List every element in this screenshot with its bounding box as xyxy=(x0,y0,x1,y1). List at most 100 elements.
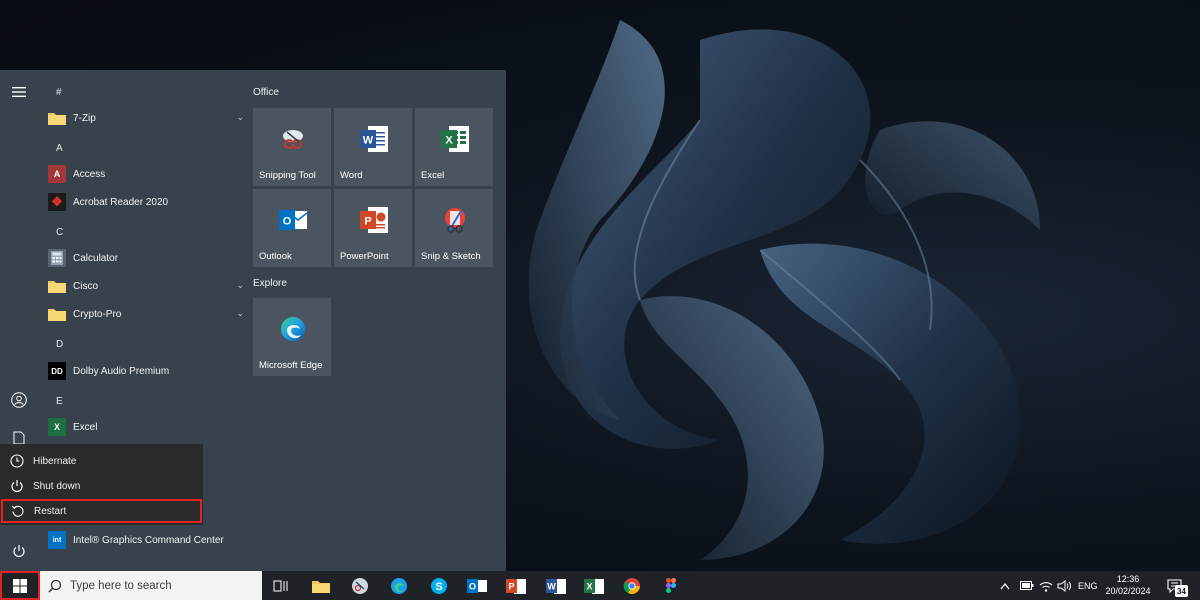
outlook-icon: O xyxy=(279,210,308,230)
folder-icon xyxy=(48,277,66,295)
app-label: Calculator xyxy=(73,252,119,264)
tile-microsoft-edge[interactable]: Microsoft Edge xyxy=(253,298,331,376)
tile-label: Outlook xyxy=(259,251,292,262)
excel-icon: X xyxy=(48,418,66,436)
dolby-icon: DD xyxy=(48,362,66,380)
tile-label: Snipping Tool xyxy=(259,170,316,181)
app-item-dolby[interactable]: DD Dolby Audio Premium xyxy=(48,359,242,383)
shut-down-option[interactable]: Shut down xyxy=(0,474,203,498)
clock-date: 20/02/2024 xyxy=(1105,586,1151,596)
app-item-7zip[interactable]: 7-Zip ⌄ xyxy=(48,106,242,130)
app-label: Access xyxy=(73,168,106,180)
chevron-down-icon: ⌄ xyxy=(236,112,242,122)
tile-label: Microsoft Edge xyxy=(259,360,323,371)
restart-icon xyxy=(10,503,26,519)
svg-text:X: X xyxy=(445,135,453,147)
tile-powerpoint[interactable]: P PowerPoint xyxy=(334,189,412,267)
tile-label: PowerPoint xyxy=(340,251,389,262)
clock-icon xyxy=(9,453,25,469)
chevron-down-icon: ⌄ xyxy=(236,280,242,290)
search-icon xyxy=(48,579,62,593)
snip-and-sketch-icon xyxy=(445,208,465,233)
outlook-taskbar-icon[interactable]: O xyxy=(466,575,488,597)
taskbar-clock[interactable]: 12:36 20/02/2024 xyxy=(1098,573,1158,597)
app-item-intel-graphics[interactable]: int Intel® Graphics Command Center xyxy=(48,528,242,552)
acrobat-icon: ❖ xyxy=(48,193,66,211)
access-icon: A xyxy=(48,165,66,183)
windows-logo-icon xyxy=(13,578,27,593)
folder-icon xyxy=(48,305,66,323)
svg-text:W: W xyxy=(547,582,556,592)
word-taskbar-icon[interactable]: W xyxy=(545,575,567,597)
app-item-access[interactable]: A Access xyxy=(48,162,242,186)
letter-header[interactable]: E xyxy=(56,396,63,407)
app-item-cisco[interactable]: Cisco ⌄ xyxy=(48,274,242,298)
snipping-tool-icon xyxy=(283,130,303,149)
powerpoint-taskbar-icon[interactable]: P xyxy=(505,575,527,597)
svg-text:W: W xyxy=(363,135,374,147)
tile-snip-and-sketch[interactable]: Snip & Sketch xyxy=(415,189,493,267)
edge-taskbar-icon[interactable] xyxy=(388,575,410,597)
excel-taskbar-icon[interactable]: X xyxy=(583,575,605,597)
app-item-crypto-pro[interactable]: Crypto-Pro ⌄ xyxy=(48,302,242,326)
task-view-icon[interactable] xyxy=(270,575,292,597)
svg-text:S: S xyxy=(435,581,442,593)
snipping-tool-taskbar-icon[interactable] xyxy=(349,575,371,597)
intel-icon: int xyxy=(48,531,66,549)
app-label: Cisco xyxy=(73,280,99,292)
power-options-menu: Hibernate Shut down Restart xyxy=(0,444,203,525)
svg-text:X: X xyxy=(586,582,592,592)
volume-icon[interactable] xyxy=(1057,571,1071,600)
powerpoint-icon: P xyxy=(360,207,388,233)
shut-down-label: Shut down xyxy=(33,480,81,492)
restart-label: Restart xyxy=(34,505,67,517)
letter-header[interactable]: C xyxy=(56,227,63,238)
excel-icon: X xyxy=(441,126,469,152)
hibernate-label: Hibernate xyxy=(33,455,77,467)
chrome-icon[interactable] xyxy=(621,575,643,597)
battery-icon[interactable] xyxy=(1020,571,1034,600)
hibernate-option[interactable]: Hibernate xyxy=(0,449,203,473)
power-icon[interactable] xyxy=(9,541,29,561)
tile-group-title-explore: Explore xyxy=(253,278,287,289)
clock-time: 12:36 xyxy=(1116,574,1140,584)
tile-excel[interactable]: X Excel xyxy=(415,108,493,186)
folder-icon xyxy=(48,109,66,127)
notification-count-badge: 34 xyxy=(1175,585,1188,597)
app-label: Acrobat Reader 2020 xyxy=(73,196,169,208)
letter-header[interactable]: # xyxy=(56,87,62,98)
restart-option[interactable]: Restart xyxy=(1,499,202,523)
calculator-icon xyxy=(48,249,66,267)
app-label: Dolby Audio Premium xyxy=(73,365,170,377)
taskbar: Type here to search S O P W X ENG 12:36 … xyxy=(0,571,1200,600)
svg-text:O: O xyxy=(469,582,476,592)
tile-outlook[interactable]: O Outlook xyxy=(253,189,331,267)
app-item-calculator[interactable]: Calculator xyxy=(48,246,242,270)
letter-header[interactable]: D xyxy=(56,339,63,350)
svg-text:P: P xyxy=(508,582,514,592)
user-account-icon[interactable] xyxy=(9,390,29,410)
language-indicator[interactable]: ENG xyxy=(1078,571,1098,600)
search-placeholder: Type here to search xyxy=(70,579,172,592)
tile-label: Word xyxy=(340,170,363,181)
chevron-down-icon: ⌄ xyxy=(236,308,242,318)
figma-icon[interactable] xyxy=(660,575,682,597)
app-item-acrobat[interactable]: ❖ Acrobat Reader 2020 xyxy=(48,190,242,214)
wifi-icon[interactable] xyxy=(1039,571,1053,600)
tile-label: Excel xyxy=(421,170,445,181)
show-hidden-icons-chevron-icon[interactable] xyxy=(1000,571,1010,600)
edge-icon xyxy=(281,317,305,341)
letter-header[interactable]: A xyxy=(56,143,63,154)
app-label: Intel® Graphics Command Center xyxy=(73,534,224,546)
hamburger-menu-icon[interactable] xyxy=(9,82,29,102)
word-icon: W xyxy=(360,126,388,152)
svg-text:P: P xyxy=(364,216,371,228)
app-label: Crypto-Pro xyxy=(73,308,122,320)
start-button[interactable] xyxy=(0,571,40,600)
tile-word[interactable]: W Word xyxy=(334,108,412,186)
app-item-excel[interactable]: X Excel xyxy=(48,415,242,439)
tile-snipping-tool[interactable]: Snipping Tool xyxy=(253,108,331,186)
skype-icon[interactable]: S xyxy=(428,575,450,597)
taskbar-search-box[interactable]: Type here to search xyxy=(40,571,262,600)
file-explorer-icon[interactable] xyxy=(310,575,332,597)
